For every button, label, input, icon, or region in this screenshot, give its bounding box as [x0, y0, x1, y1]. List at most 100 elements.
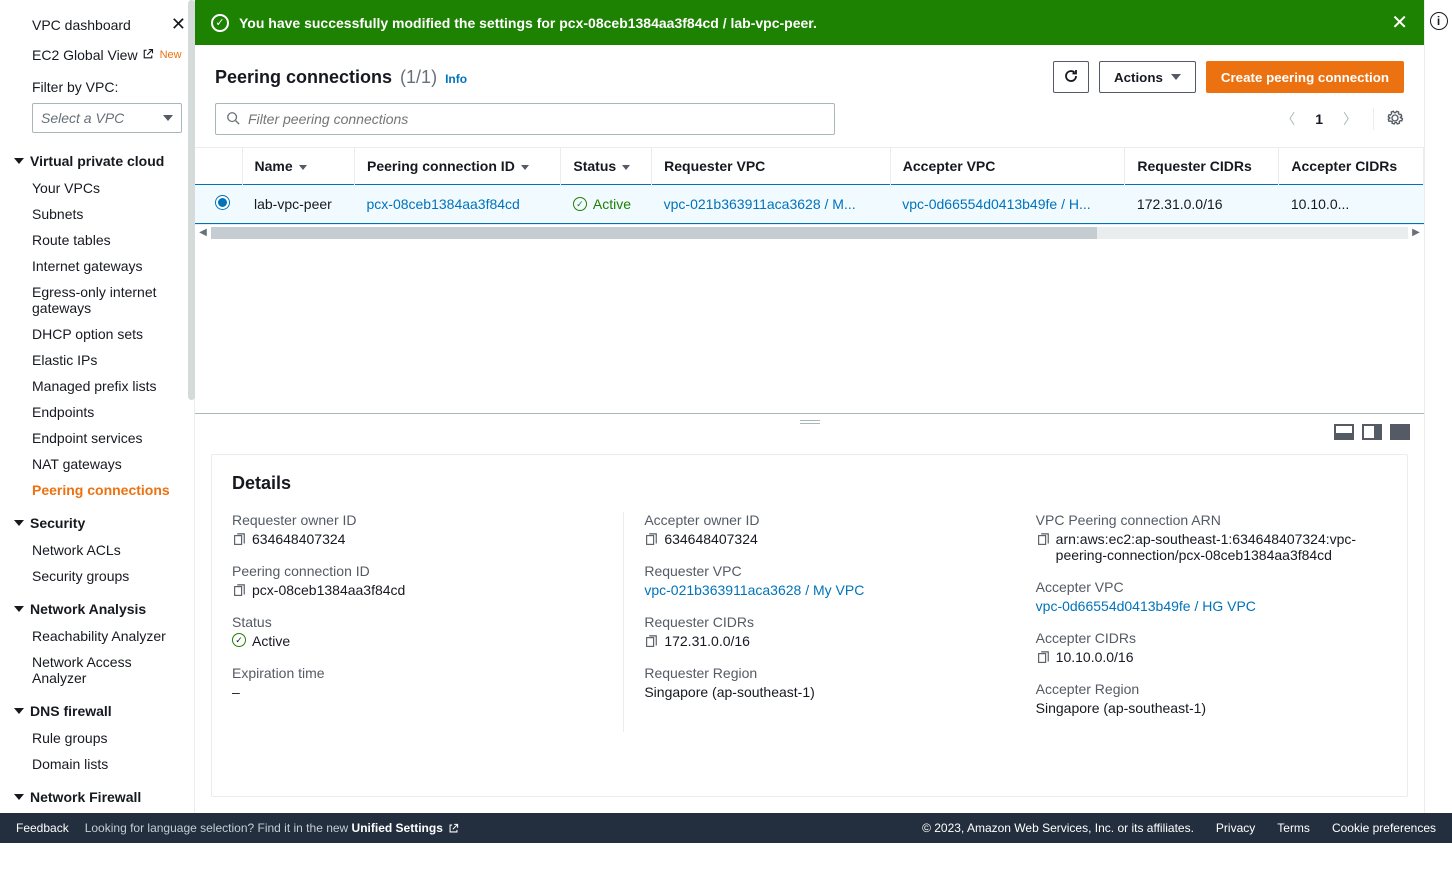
horizontal-scrollbar[interactable]: ◀ ▶	[195, 224, 1424, 240]
pane-size-split-button[interactable]	[1362, 424, 1382, 440]
copy-icon[interactable]	[1036, 651, 1050, 665]
sidebar-item[interactable]: Endpoints	[14, 399, 194, 425]
chevron-down-icon	[14, 606, 24, 612]
pane-size-full-button[interactable]	[1390, 424, 1410, 440]
info-link[interactable]: Info	[445, 72, 467, 86]
field-label: Expiration time	[232, 665, 583, 681]
filter-vpc-label: Filter by VPC:	[14, 69, 194, 99]
settings-button[interactable]	[1386, 109, 1404, 130]
sidebar-item[interactable]: Reachability Analyzer	[14, 623, 194, 649]
field-value: 634648407324	[664, 531, 757, 547]
scroll-left-icon[interactable]: ◀	[195, 227, 211, 238]
nav-section-heading[interactable]: Security	[14, 509, 194, 537]
sidebar-item[interactable]: Route tables	[14, 227, 194, 253]
create-peering-button[interactable]: Create peering connection	[1206, 61, 1404, 93]
table-wrapper: Name Peering connection ID Status Reques…	[195, 147, 1424, 224]
privacy-link[interactable]: Privacy	[1216, 821, 1255, 835]
sidebar-item[interactable]: Network ACLs	[14, 537, 194, 563]
field-value: Singapore (ap-southeast-1)	[644, 684, 814, 700]
cookie-link[interactable]: Cookie preferences	[1332, 821, 1436, 835]
nav-section-heading[interactable]: Network Analysis	[14, 595, 194, 623]
page-number: 1	[1307, 111, 1331, 127]
sidebar-item[interactable]: Network Access Analyzer	[14, 649, 194, 691]
sidebar-item[interactable]: Rule groups	[14, 725, 194, 751]
nav-section-heading[interactable]: Network Firewall	[14, 783, 194, 811]
field-label: Accepter VPC	[1036, 579, 1387, 595]
field-label: Accepter CIDRs	[1036, 630, 1387, 646]
sidebar-scrollbar[interactable]	[188, 0, 195, 400]
col-requester[interactable]: Requester VPC	[652, 148, 891, 185]
col-status[interactable]: Status	[561, 148, 652, 185]
info-icon[interactable]: i	[1430, 12, 1448, 30]
sidebar-item[interactable]: Domain lists	[14, 751, 194, 777]
accepter-vpc-link[interactable]: vpc-0d66554d0413b49fe / HG VPC	[1036, 598, 1256, 614]
notification-message: You have successfully modified the setti…	[239, 15, 1381, 31]
terms-link[interactable]: Terms	[1277, 821, 1310, 835]
field-value: 172.31.0.0/16	[664, 633, 750, 649]
refresh-icon	[1063, 68, 1079, 87]
sidebar-item[interactable]: Peering connections	[14, 477, 194, 503]
actions-button[interactable]: Actions	[1099, 61, 1196, 93]
nav-section-heading[interactable]: Virtual private cloud	[14, 147, 194, 175]
pane-drag-handle[interactable]	[195, 414, 1424, 430]
feedback-link[interactable]: Feedback	[16, 821, 69, 835]
field-label: Requester owner ID	[232, 512, 583, 528]
requester-vpc-link[interactable]: vpc-021b363911aca3628 / My VPC	[644, 582, 864, 598]
dismiss-notification-button[interactable]: ✕	[1391, 10, 1408, 35]
language-hint: Looking for language selection? Find it …	[85, 821, 460, 835]
sidebar-item[interactable]: DHCP option sets	[14, 321, 194, 347]
table-row[interactable]: lab-vpc-peer pcx-08ceb1384aa3f84cd ✓Acti…	[195, 185, 1424, 224]
scroll-right-icon[interactable]: ▶	[1408, 227, 1424, 238]
cell-requester-link[interactable]: vpc-021b363911aca3628 / M...	[652, 185, 891, 224]
field-label: Requester VPC	[644, 563, 995, 579]
row-select-radio[interactable]	[215, 195, 230, 210]
cell-pcx-link[interactable]: pcx-08ceb1384aa3f84cd	[355, 185, 561, 224]
cell-accepter-link[interactable]: vpc-0d66554d0413b49fe / H...	[890, 185, 1125, 224]
unified-settings-link[interactable]: Unified Settings	[352, 821, 443, 835]
filter-vpc-placeholder: Select a VPC	[41, 110, 124, 126]
sidebar-item[interactable]: Your VPCs	[14, 175, 194, 201]
sidebar-item[interactable]: Security groups	[14, 563, 194, 589]
close-icon[interactable]: ✕	[171, 14, 186, 35]
copy-icon[interactable]	[232, 533, 246, 547]
sidebar-item[interactable]: Subnets	[14, 201, 194, 227]
sidebar-item[interactable]: NAT gateways	[14, 451, 194, 477]
external-link-icon	[142, 47, 154, 63]
page-prev-button[interactable]: 〈	[1277, 105, 1299, 133]
sidebar-item[interactable]: Egress-only internet gateways	[14, 279, 194, 321]
chevron-down-icon	[14, 158, 24, 164]
nav-section-heading[interactable]: DNS firewall	[14, 697, 194, 725]
field-label: Accepter Region	[1036, 681, 1387, 697]
copy-icon[interactable]	[1036, 533, 1050, 547]
copyright: © 2023, Amazon Web Services, Inc. or its…	[922, 821, 1194, 835]
sidebar-item[interactable]: Endpoint services	[14, 425, 194, 451]
field-value: Singapore (ap-southeast-1)	[1036, 700, 1206, 716]
actions-label: Actions	[1114, 70, 1163, 85]
col-accepter[interactable]: Accepter VPC	[890, 148, 1125, 185]
col-req-cidr[interactable]: Requester CIDRs	[1125, 148, 1279, 185]
refresh-button[interactable]	[1053, 61, 1089, 93]
filter-vpc-select[interactable]: Select a VPC	[32, 103, 182, 133]
chevron-down-icon	[14, 708, 24, 714]
sidebar-item[interactable]: Internet gateways	[14, 253, 194, 279]
search-input[interactable]	[248, 111, 824, 127]
col-select	[195, 148, 242, 185]
col-pcx[interactable]: Peering connection ID	[355, 148, 561, 185]
sidebar-item[interactable]: Elastic IPs	[14, 347, 194, 373]
col-name[interactable]: Name	[242, 148, 355, 185]
sidebar-vpc-dashboard[interactable]: VPC dashboard	[32, 17, 131, 33]
check-circle-icon: ✓	[232, 633, 246, 647]
pane-size-half-button[interactable]	[1334, 424, 1354, 440]
chevron-down-icon	[14, 794, 24, 800]
copy-icon[interactable]	[644, 635, 658, 649]
sidebar: VPC dashboard ✕ EC2 Global View New Filt…	[0, 0, 195, 813]
col-acc-cidr[interactable]: Accepter CIDRs	[1279, 148, 1424, 185]
caret-down-icon	[163, 115, 173, 121]
sidebar-ec2-global[interactable]: EC2 Global View	[32, 47, 138, 63]
page-next-button[interactable]: 〉	[1339, 105, 1361, 133]
copy-icon[interactable]	[232, 584, 246, 598]
details-pane: Details Requester owner ID 634648407324 …	[195, 413, 1424, 813]
sidebar-item[interactable]: Managed prefix lists	[14, 373, 194, 399]
field-value: –	[232, 684, 240, 700]
copy-icon[interactable]	[644, 533, 658, 547]
